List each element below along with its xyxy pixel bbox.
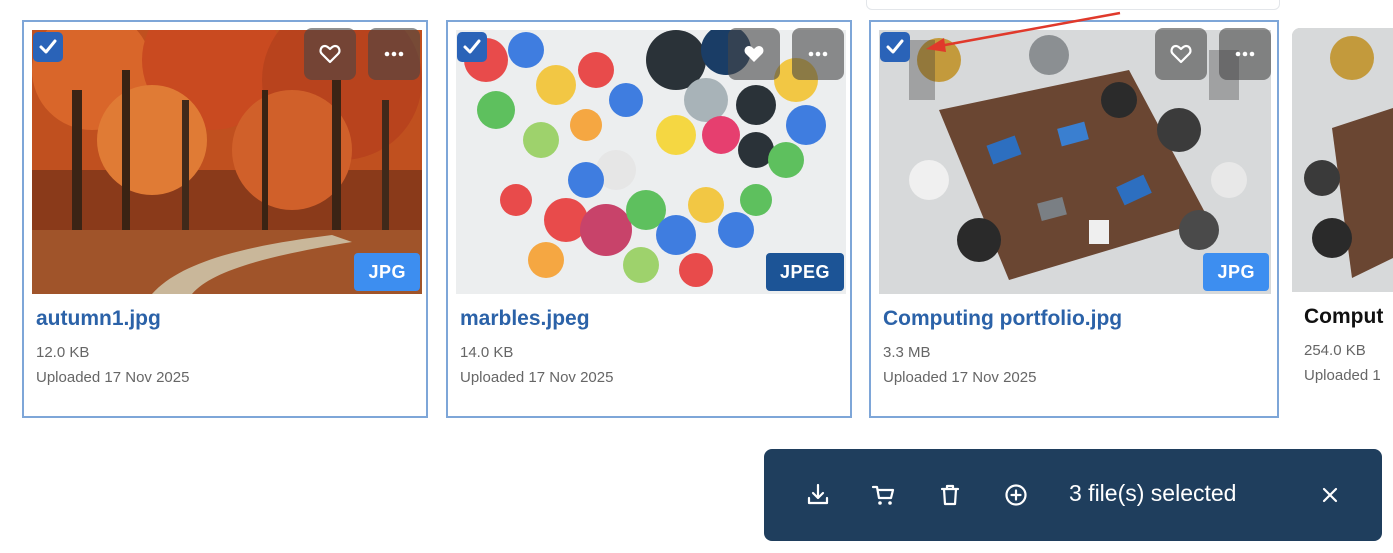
selection-count-text: 3 file(s) selected — [1069, 480, 1237, 506]
top-panel-edge — [866, 0, 1280, 10]
upload-date: Uploaded 1 — [1304, 367, 1381, 384]
file-size: 14.0 KB — [460, 344, 514, 361]
checkmark-icon — [463, 39, 481, 54]
cart-icon — [871, 485, 895, 505]
close-icon — [1322, 487, 1338, 503]
clear-selection-button[interactable] — [1316, 481, 1344, 509]
checkmark-icon — [39, 39, 57, 54]
trash-icon — [940, 484, 960, 506]
file-type-badge: JPG — [354, 253, 420, 291]
file-type-badge: JPG — [1203, 253, 1269, 291]
ellipsis-icon — [1235, 51, 1255, 57]
file-size: 254.0 KB — [1304, 342, 1366, 359]
more-options-button[interactable] — [368, 28, 420, 80]
favorite-button[interactable] — [304, 28, 356, 80]
download-button[interactable] — [804, 481, 832, 509]
download-icon — [807, 483, 829, 505]
add-to-collection-button[interactable] — [1002, 481, 1030, 509]
favorite-button[interactable] — [728, 28, 780, 80]
file-name-link[interactable]: autumn1.jpg — [36, 307, 161, 331]
file-name-link[interactable]: Computing portfolio.jpg — [883, 307, 1122, 331]
heart-icon — [1170, 44, 1192, 64]
select-checkbox[interactable] — [33, 32, 63, 62]
select-checkbox[interactable] — [457, 32, 487, 62]
add-circle-icon — [1005, 484, 1027, 506]
ellipsis-icon — [808, 51, 828, 57]
file-size: 3.3 MB — [883, 344, 931, 361]
file-size: 12.0 KB — [36, 344, 90, 361]
thumbnail-image[interactable] — [1292, 28, 1393, 292]
more-options-button[interactable] — [792, 28, 844, 80]
file-type-badge: JPEG — [765, 253, 844, 291]
checkmark-icon — [886, 39, 904, 54]
file-name-link[interactable]: Comput — [1304, 305, 1383, 329]
file-card-marbles[interactable]: JPEG marbles.jpeg 14.0 KB Uploaded 17 No… — [446, 20, 852, 418]
ellipsis-icon — [384, 51, 404, 57]
heart-icon — [319, 44, 341, 64]
upload-date: Uploaded 17 Nov 2025 — [36, 369, 190, 386]
upload-date: Uploaded 17 Nov 2025 — [883, 369, 1037, 386]
delete-button[interactable] — [936, 481, 964, 509]
add-to-cart-button[interactable] — [870, 481, 898, 509]
favorite-button[interactable] — [1155, 28, 1207, 80]
selection-toolbar: 3 file(s) selected — [764, 449, 1382, 541]
select-checkbox[interactable] — [880, 32, 910, 62]
file-card-autumn1[interactable]: JPG autumn1.jpg 12.0 KB Uploaded 17 Nov … — [22, 20, 428, 418]
more-options-button[interactable] — [1219, 28, 1271, 80]
file-card-computing-portfolio[interactable]: JPG Computing portfolio.jpg 3.3 MB Uploa… — [869, 20, 1279, 418]
file-card-partial[interactable]: Comput 254.0 KB Uploaded 1 — [1292, 20, 1393, 418]
file-name-link[interactable]: marbles.jpeg — [460, 307, 590, 331]
heart-filled-icon — [744, 46, 764, 62]
upload-date: Uploaded 17 Nov 2025 — [460, 369, 614, 386]
